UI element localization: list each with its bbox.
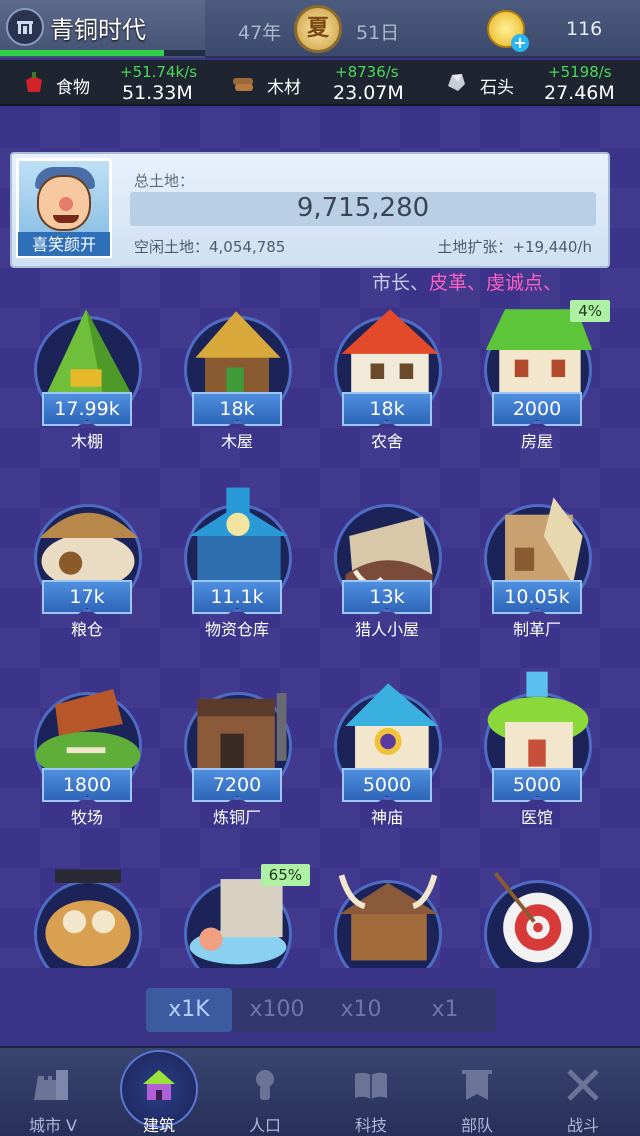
- smelter-building-icon: [197, 693, 287, 773]
- day-label: 51日: [356, 22, 400, 44]
- farmhouse-building-icon: [341, 309, 439, 397]
- multiplier-x1k[interactable]: x1K: [146, 988, 232, 1032]
- building-name: 制革厂: [512, 620, 561, 639]
- season-badge[interactable]: 夏: [294, 5, 342, 53]
- building-hut[interactable]: 17.99k 木棚: [12, 288, 162, 468]
- nav-troops[interactable]: 部队: [424, 1048, 530, 1136]
- resource-food[interactable]: 食物 +51.74k/s 51.33M: [0, 60, 213, 106]
- nav-build[interactable]: 建筑: [106, 1048, 212, 1136]
- building-name: 神庙: [370, 808, 403, 827]
- building-range[interactable]: [462, 852, 612, 968]
- range-building-icon: [493, 872, 573, 963]
- nav-label: 人口: [248, 1116, 281, 1135]
- multiplier-x100[interactable]: x100: [234, 988, 320, 1032]
- top-bar: 青铜时代 47年 夏 51日 + 116: [0, 0, 640, 58]
- city-gate-icon: [6, 8, 44, 46]
- build-house-icon: [143, 1070, 175, 1100]
- tannery-building-icon: [505, 497, 583, 585]
- food-icon: [26, 72, 42, 92]
- resource-rate: +8736/s: [335, 63, 399, 81]
- multiplier-x10[interactable]: x10: [318, 988, 404, 1032]
- warehouse-building-icon: [189, 487, 289, 583]
- add-icon[interactable]: +: [511, 34, 529, 52]
- nav-battle[interactable]: 战斗: [530, 1048, 636, 1136]
- building-ranch[interactable]: 1800 牧场: [12, 664, 162, 844]
- school-building-icon: [45, 869, 131, 967]
- city-name: 青铜时代: [50, 16, 146, 44]
- barracks-building-icon: [338, 874, 439, 961]
- building-name: 农舍: [370, 432, 403, 451]
- nav-label: 城市 V: [28, 1116, 78, 1135]
- city-header[interactable]: 青铜时代: [0, 0, 205, 58]
- building-hunter[interactable]: 13k 猎人小屋: [312, 476, 462, 656]
- resource-total: 23.07M: [333, 82, 404, 104]
- nav-population[interactable]: 人口: [212, 1048, 318, 1136]
- crossed-swords-icon: [567, 1069, 599, 1101]
- granary-building-icon: [39, 512, 139, 589]
- building-name: 房屋: [520, 432, 553, 451]
- book-icon: [355, 1072, 387, 1099]
- bottom-nav: 城市 V 建筑 人口 科技 部队 战斗: [0, 1046, 640, 1136]
- year-label: 47年: [238, 22, 282, 44]
- building-name: 炼铜厂: [212, 808, 261, 827]
- city-progress-fill: [0, 50, 164, 56]
- gem-count: 116: [566, 18, 603, 40]
- building-tannery[interactable]: 10.05k 制革厂: [462, 476, 612, 656]
- resource-wood[interactable]: 木材 +8736/s 23.07M: [213, 60, 426, 106]
- wood-icon: [233, 78, 253, 91]
- building-cabin[interactable]: 18k 木屋: [162, 288, 312, 468]
- resource-rate: +5198/s: [548, 63, 612, 81]
- resource-name: 木材: [267, 78, 301, 98]
- building-school[interactable]: [12, 852, 162, 968]
- nav-label: 战斗: [566, 1116, 599, 1135]
- resource-total: 27.46M: [544, 82, 615, 104]
- build-progress-badge: 4%: [570, 300, 610, 322]
- building-name: 木屋: [220, 432, 253, 451]
- building-granary[interactable]: 17k 粮仓: [12, 476, 162, 656]
- resource-name: 石头: [480, 78, 514, 98]
- nav-city[interactable]: 城市 V: [0, 1048, 106, 1136]
- building-name: 粮仓: [70, 620, 103, 639]
- temple-building-icon: [345, 683, 439, 771]
- building-grid: 17.99k 木棚 18k 木屋 18k 农舍 2000 房屋 4% 17k 粮仓 11.1k 物资仓库…: [0, 108, 640, 968]
- nav-label: 建筑: [142, 1116, 175, 1135]
- building-name: 木棚: [70, 432, 103, 451]
- city-progress-bar: [0, 50, 205, 56]
- resource-total: 51.33M: [122, 82, 193, 104]
- hunter-building-icon: [345, 516, 433, 587]
- building-farmhouse[interactable]: 18k 农舍: [312, 288, 462, 468]
- building-barracks[interactable]: [312, 852, 462, 968]
- nav-label: 部队: [460, 1116, 493, 1135]
- clinic-building-icon: [487, 671, 589, 771]
- building-name: 医馆: [520, 808, 553, 827]
- castle-icon: [34, 1070, 68, 1100]
- building-bathhouse[interactable]: 65%: [162, 852, 312, 968]
- building-smelter[interactable]: 7200 炼铜厂: [162, 664, 312, 844]
- banner-icon: [462, 1070, 492, 1100]
- building-temple[interactable]: 5000 神庙: [312, 664, 462, 844]
- building-house[interactable]: 2000 房屋 4%: [462, 288, 612, 468]
- building-clinic[interactable]: 5000 医馆: [462, 664, 612, 844]
- resource-stone[interactable]: 石头 +5198/s 27.46M: [426, 60, 640, 106]
- buildings-panel[interactable]: 喜笑颜开 总土地： 9,715,280 空闲土地：4,054,785 土地扩张：…: [0, 108, 640, 968]
- build-progress-badge: 65%: [260, 864, 310, 886]
- stone-icon: [448, 74, 465, 91]
- hut-building-icon: [45, 309, 133, 397]
- multiplier-selector: x1K x100 x10 x1: [146, 988, 496, 1032]
- building-name: 牧场: [70, 808, 103, 827]
- nav-tech[interactable]: 科技: [318, 1048, 424, 1136]
- resource-name: 食物: [56, 78, 90, 98]
- nav-label: 科技: [354, 1116, 387, 1135]
- population-icon: [256, 1070, 274, 1100]
- multiplier-x1[interactable]: x1: [402, 988, 488, 1032]
- building-name: 物资仓库: [204, 620, 269, 639]
- resource-rate: +51.74k/s: [120, 63, 198, 81]
- building-name: 猎人小屋: [354, 620, 419, 639]
- cabin-building-icon: [195, 311, 281, 395]
- resource-bar: 食物 +51.74k/s 51.33M 木材 +8736/s 23.07M 石头…: [0, 60, 640, 106]
- ranch-building-icon: [35, 689, 141, 779]
- building-warehouse[interactable]: 11.1k 物资仓库: [162, 476, 312, 656]
- gem-coin-icon[interactable]: +: [487, 10, 529, 52]
